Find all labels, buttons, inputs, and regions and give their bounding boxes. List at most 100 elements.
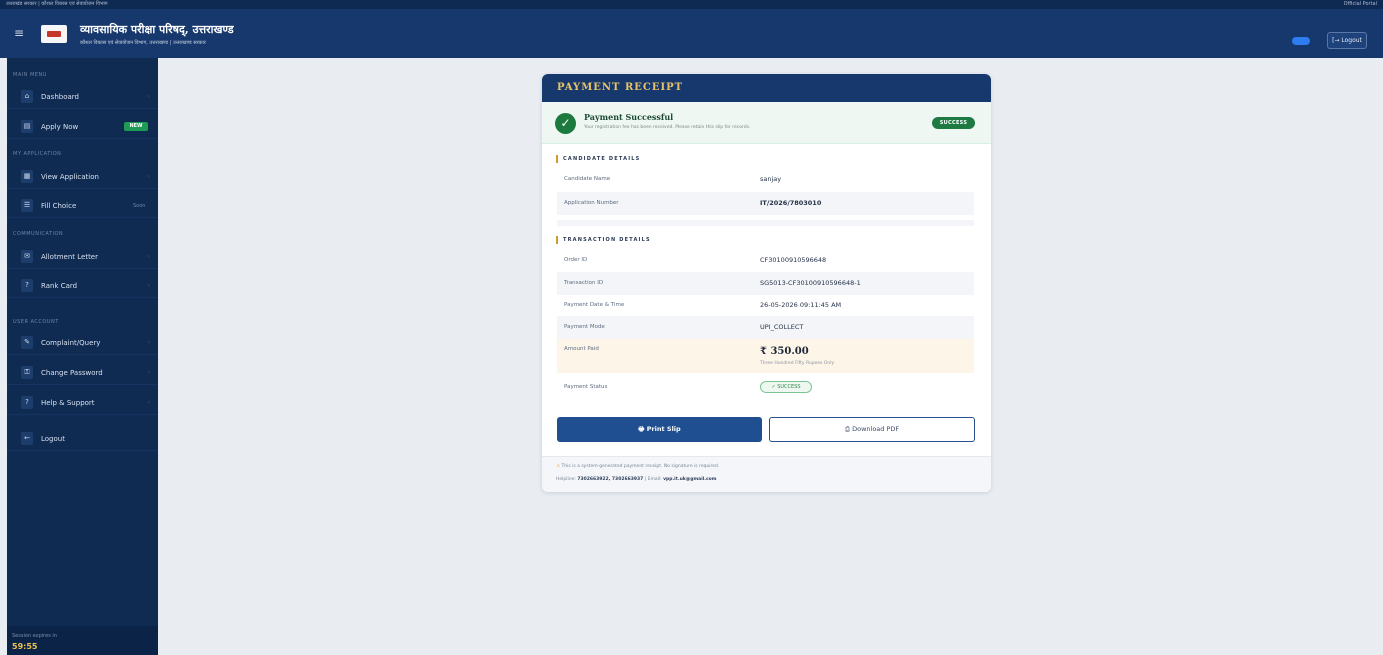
- top-strip: उत्तराखंड सरकार | कौशल विकास एवं सेवायोज…: [0, 0, 1383, 9]
- success-banner: ✓ Payment Successful Your registration f…: [542, 102, 991, 144]
- chevron-right-icon: ›: [147, 282, 150, 289]
- amount-in-words: Three Hundred Fifty Rupees Only: [760, 361, 835, 366]
- receipt-header: PAYMENT RECEIPT: [542, 74, 991, 102]
- lock-icon: ⚿: [21, 366, 33, 379]
- soon-pill: Soon: [133, 203, 146, 209]
- detail-value: CF30100910596648: [760, 256, 827, 264]
- helpline: Helpline: 7302663922, 7302663937 | Email…: [556, 477, 716, 482]
- session-timer-label: Session expires in: [12, 633, 57, 639]
- payment-receipt-card: PAYMENT RECEIPT ✓ Payment Successful You…: [542, 74, 991, 492]
- sidebar-item-label: Allotment Letter: [41, 253, 98, 261]
- sidebar-section-main-menu: MAIN MENU: [13, 72, 47, 78]
- download-pdf-button[interactable]: ⎙ Download PDF: [769, 417, 975, 442]
- document-icon: ▤: [21, 120, 33, 133]
- detail-label: Application Number: [564, 200, 619, 206]
- payment-status-pill: ✓ SUCCESS: [760, 381, 812, 393]
- hamburger-menu-icon[interactable]: ≡: [14, 25, 28, 41]
- sidebar-item-view-application[interactable]: ▦ View Application ›: [7, 165, 158, 189]
- list-icon: ☰: [21, 199, 33, 212]
- detail-label: Payment Mode: [564, 324, 605, 330]
- detail-row-payment-mode: Payment Mode UPI_COLLECT: [557, 316, 974, 339]
- detail-label: Amount Paid: [564, 346, 599, 352]
- section-divider: [557, 220, 974, 226]
- help-icon: ?: [21, 396, 33, 409]
- system-note-text: This is a system-generated payment recei…: [561, 464, 720, 469]
- print-slip-button[interactable]: 🖶 Print Slip: [557, 417, 762, 442]
- chevron-right-icon: ›: [147, 339, 150, 346]
- chevron-right-icon: ›: [147, 369, 150, 376]
- detail-label: Order ID: [564, 257, 588, 263]
- sidebar-section-communication: COMMUNICATION: [13, 231, 64, 237]
- sidebar-item-label: Logout: [41, 435, 65, 443]
- sidebar-item-rank-card[interactable]: ? Rank Card ›: [7, 274, 158, 298]
- chevron-right-icon: ›: [147, 93, 150, 100]
- sidebar-item-help-support[interactable]: ? Help & Support ›: [7, 391, 158, 415]
- board-logo: [41, 25, 67, 43]
- detail-row-candidate-name: Candidate Name sanjay: [557, 168, 974, 191]
- theme-toggle[interactable]: [1292, 37, 1310, 45]
- check-circle-icon: ✓: [555, 113, 576, 134]
- logout-icon: ←: [21, 432, 33, 445]
- sidebar-item-label: Dashboard: [41, 93, 79, 101]
- helpline-label: Helpline:: [556, 477, 576, 482]
- detail-row-application-number: Application Number IT/2026/7803010: [557, 192, 974, 215]
- session-timer-value: 59:55: [12, 642, 38, 651]
- detail-value: sanjay: [760, 175, 782, 183]
- sidebar-item-label: Change Password: [41, 369, 103, 377]
- amount-value: ₹ 350.00: [760, 346, 809, 357]
- sidebar-item-complaint-query[interactable]: ✎ Complaint/Query ›: [7, 331, 158, 355]
- sidebar-item-label: Help & Support: [41, 399, 95, 407]
- sidebar-item-fill-choice[interactable]: ☰ Fill Choice Soon: [7, 194, 158, 218]
- detail-label: Transaction ID: [564, 280, 604, 286]
- email-label: | Email:: [644, 477, 662, 482]
- app-subtitle: कौशल विकास एवं सेवायोजन विभाग, उत्तराखण्…: [80, 40, 206, 46]
- session-timer: Session expires in 59:55: [7, 626, 158, 655]
- sidebar-item-logout[interactable]: ← Logout: [7, 427, 158, 451]
- chevron-right-icon: ›: [147, 253, 150, 260]
- letter-icon: ✉: [21, 250, 33, 263]
- sidebar-item-label: Apply Now: [41, 123, 79, 131]
- detail-value: UPI_COLLECT: [760, 323, 804, 331]
- helpline-numbers[interactable]: 7302663922, 7302663937: [577, 477, 643, 482]
- detail-value: IT/2026/7803010: [760, 199, 822, 207]
- breadcrumb[interactable]: उत्तराखंड सरकार | कौशल विकास एवं सेवायोज…: [6, 0, 108, 9]
- official-portal-link[interactable]: Official Portal: [1344, 0, 1377, 9]
- file-icon: ▦: [21, 170, 33, 183]
- home-icon: ⌂: [21, 90, 33, 103]
- sidebar-item-allotment-letter[interactable]: ✉ Allotment Letter ›: [7, 245, 158, 269]
- sidebar-section-my-application: MY APPLICATION: [13, 151, 62, 157]
- sidebar-item-label: Complaint/Query: [41, 339, 101, 347]
- detail-value: 26-05-2026 09:11:45 AM: [760, 301, 842, 309]
- success-subtitle: Your registration fee has been received.…: [584, 125, 751, 130]
- chat-icon: ✎: [21, 336, 33, 349]
- receipt-footer: ⚠ This is a system-generated payment rec…: [542, 456, 991, 492]
- detail-label: Candidate Name: [564, 176, 611, 182]
- detail-row-payment-date: Payment Date & Time 26-05-2026 09:11:45 …: [557, 294, 974, 317]
- new-badge: NEW: [124, 122, 148, 131]
- sidebar-item-apply-now[interactable]: ▤ Apply Now NEW: [7, 115, 158, 139]
- support-email-link[interactable]: vpp.it.uk@gmail.com: [663, 477, 716, 482]
- info-icon: ⚠: [556, 464, 561, 469]
- header-logout-button[interactable]: [→ Logout: [1327, 32, 1367, 49]
- success-title: Payment Successful: [584, 112, 674, 122]
- candidate-details-heading: CANDIDATE DETAILS: [556, 155, 640, 163]
- sidebar-section-user-account: USER ACCOUNT: [13, 319, 59, 325]
- chevron-right-icon: ›: [147, 173, 150, 180]
- success-badge: SUCCESS: [932, 117, 975, 129]
- rank-icon: ?: [21, 279, 33, 292]
- detail-label: Payment Date & Time: [564, 302, 625, 308]
- sidebar-item-label: Rank Card: [41, 282, 78, 290]
- sidebar-item-dashboard[interactable]: ⌂ Dashboard ›: [7, 85, 158, 109]
- sidebar-item-label: Fill Choice: [41, 202, 77, 210]
- detail-row-order-id: Order ID CF30100910596648: [557, 249, 974, 272]
- detail-label: Payment Status: [564, 384, 608, 390]
- sidebar: MAIN MENU ⌂ Dashboard › ▤ Apply Now NEW …: [7, 58, 158, 655]
- sidebar-item-change-password[interactable]: ⚿ Change Password ›: [7, 361, 158, 385]
- app-header: ≡ व्यावसायिक परीक्षा परिषद्, उत्तराखण्ड …: [0, 9, 1383, 58]
- detail-row-transaction-id: Transaction ID SG5013-CF30100910596648-1: [557, 272, 974, 295]
- app-title: व्यावसायिक परीक्षा परिषद्, उत्तराखण्ड: [80, 23, 234, 36]
- detail-value: SG5013-CF30100910596648-1: [760, 279, 861, 287]
- chevron-right-icon: ›: [147, 399, 150, 406]
- sidebar-item-label: View Application: [41, 173, 99, 181]
- detail-row-payment-status: Payment Status ✓ SUCCESS: [557, 376, 974, 399]
